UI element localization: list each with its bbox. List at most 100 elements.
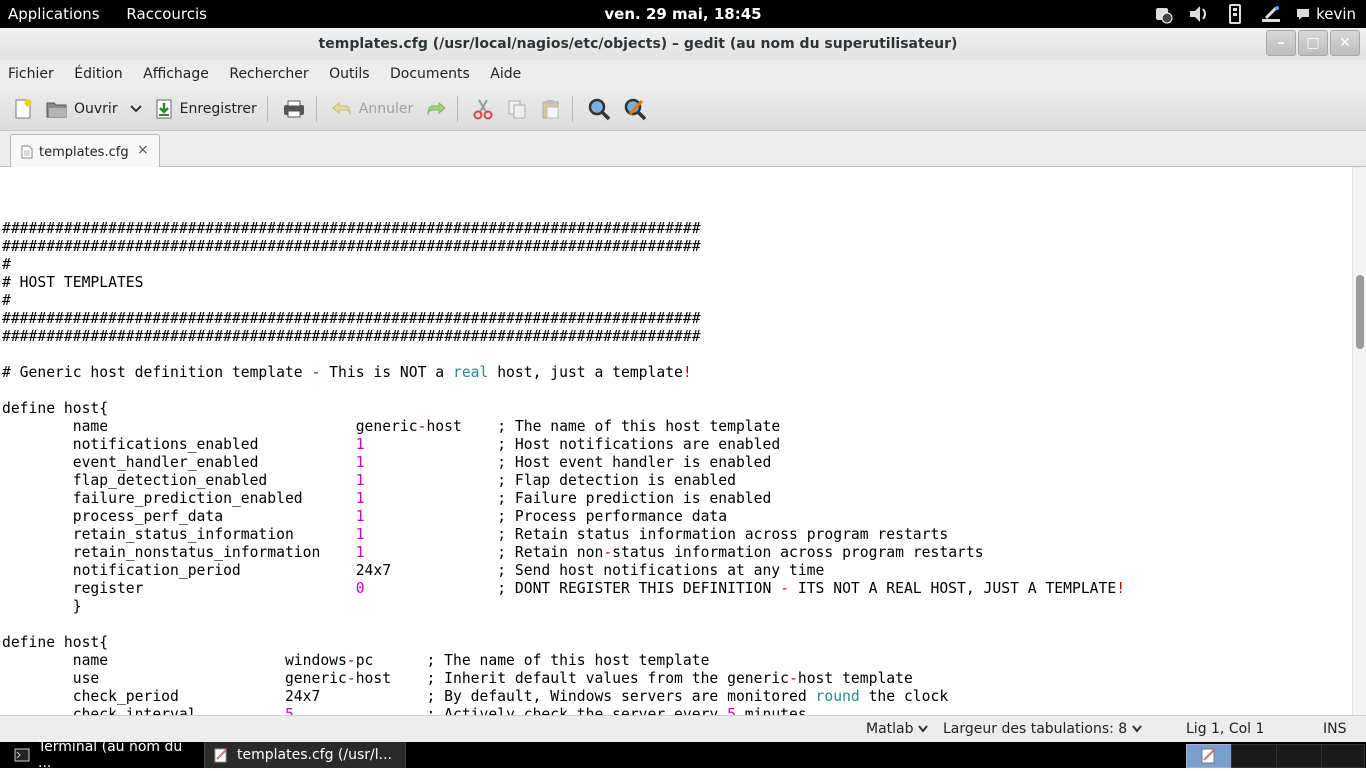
copy-icon (508, 100, 526, 119)
code-line[interactable]: notifications_enabled 1 ; Host notificat… (2, 436, 1125, 454)
undo-icon (331, 101, 351, 116)
code-line[interactable]: name windows-pc ; The name of this host … (2, 652, 1125, 670)
replace-button[interactable] (619, 93, 651, 125)
text-editor-icon (214, 748, 227, 763)
redo-button[interactable] (421, 93, 451, 125)
code-line[interactable]: check_period 24x7 ; By default, Windows … (2, 688, 1125, 706)
gedit-icon (1201, 748, 1215, 764)
user-menu[interactable]: kevin (1296, 5, 1356, 23)
search-icon (588, 98, 611, 121)
code-view[interactable]: ########################################… (2, 202, 1125, 715)
open-button[interactable]: Ouvrir (42, 93, 122, 125)
code-line[interactable]: # (2, 292, 1125, 310)
text-editor[interactable]: ########################################… (0, 167, 1352, 715)
top-panel: Applications Raccourcis ven. 29 mai, 18:… (0, 0, 1366, 28)
code-line[interactable]: ########################################… (2, 238, 1125, 256)
notification-icon[interactable] (1152, 3, 1174, 25)
close-button[interactable]: ✕ (1330, 30, 1360, 56)
scissors-icon (473, 99, 493, 120)
paste-icon (542, 100, 559, 119)
code-line[interactable] (2, 382, 1125, 400)
menu-fichier[interactable]: Fichier (8, 60, 54, 82)
code-line[interactable]: ########################################… (2, 310, 1125, 328)
save-icon (156, 99, 172, 119)
chevron-down-icon (129, 105, 142, 113)
find-button[interactable] (583, 93, 615, 125)
menu-documents[interactable]: Documents (390, 60, 470, 82)
cut-button[interactable] (468, 93, 498, 125)
toolbar: Ouvrir Enregistrer Annuler (0, 88, 1366, 131)
workspace-3[interactable] (1276, 744, 1322, 768)
user-name: kevin (1316, 5, 1356, 23)
new-document-button[interactable] (8, 93, 38, 125)
code-line[interactable]: name generic-host ; The name of this hos… (2, 418, 1125, 436)
task-terminal[interactable]: Terminal (au nom du ... (14, 739, 200, 771)
new-document-icon (15, 99, 32, 119)
code-line[interactable]: use generic-host ; Inherit default value… (2, 670, 1125, 688)
applications-menu[interactable]: Applications (8, 5, 100, 23)
code-line[interactable]: ########################################… (2, 220, 1125, 238)
code-line[interactable]: # HOST TEMPLATES (2, 274, 1125, 292)
insert-mode: INS (1323, 721, 1347, 737)
code-line[interactable]: define host{ (2, 400, 1125, 418)
open-recent-dropdown[interactable] (126, 93, 146, 125)
vertical-scrollbar[interactable] (1352, 167, 1366, 715)
toolbar-separator (266, 96, 268, 122)
save-button[interactable]: Enregistrer (150, 93, 261, 125)
menu-aide[interactable]: Aide (490, 60, 521, 82)
minimize-button[interactable]: – (1266, 30, 1296, 56)
code-line[interactable]: # (2, 256, 1125, 274)
code-line[interactable] (2, 346, 1125, 364)
code-line[interactable]: notification_period 24x7 ; Send host not… (2, 562, 1125, 580)
workspace-1[interactable] (1186, 744, 1232, 768)
document-tabs: templates.cfg × (0, 131, 1366, 167)
code-line[interactable]: retain_nonstatus_information 1 ; Retain … (2, 544, 1125, 562)
tab-templates-cfg[interactable]: templates.cfg × (10, 134, 160, 167)
task-terminal-label: Terminal (au nom du ... (38, 739, 183, 771)
terminal-icon (14, 748, 30, 762)
code-line[interactable] (2, 202, 1125, 220)
code-line[interactable] (2, 616, 1125, 634)
tab-close-icon[interactable]: × (137, 142, 149, 158)
code-line[interactable]: failure_prediction_enabled 1 ; Failure p… (2, 490, 1125, 508)
accessibility-icon[interactable] (1260, 3, 1282, 25)
code-line[interactable]: event_handler_enabled 1 ; Host event han… (2, 454, 1125, 472)
menu-bar: Fichier Édition Affichage Rechercher Out… (0, 60, 1366, 88)
scrollbar-thumb[interactable] (1356, 275, 1364, 349)
code-line[interactable]: process_perf_data 1 ; Process performanc… (2, 508, 1125, 526)
toolbar-separator (315, 96, 317, 122)
undo-button[interactable]: Annuler (327, 93, 417, 125)
system-tray: kevin (1152, 2, 1356, 26)
undo-label: Annuler (358, 101, 414, 117)
code-line[interactable]: flap_detection_enabled 1 ; Flap detectio… (2, 472, 1125, 490)
tab-width-selector[interactable]: Largeur des tabulations: 8 (943, 721, 1142, 737)
document-icon (21, 145, 33, 159)
menu-rechercher[interactable]: Rechercher (229, 60, 308, 82)
shortcuts-menu[interactable]: Raccourcis (126, 5, 207, 23)
code-line[interactable]: register 0 ; DONT REGISTER THIS DEFINITI… (2, 580, 1125, 598)
workspace-2[interactable] (1231, 744, 1277, 768)
task-gedit[interactable]: templates.cfg (/usr/l... (204, 742, 406, 768)
save-label: Enregistrer (179, 101, 257, 117)
code-line[interactable]: } (2, 598, 1125, 616)
code-line[interactable]: define host{ (2, 634, 1125, 652)
printer-icon (283, 100, 304, 118)
maximize-button[interactable]: □ (1298, 30, 1328, 56)
language-selector[interactable]: Matlab (866, 721, 928, 737)
print-button[interactable] (278, 93, 310, 125)
menu-affichage[interactable]: Affichage (143, 60, 209, 82)
workspace-4[interactable] (1321, 744, 1365, 768)
volume-icon[interactable] (1188, 3, 1210, 25)
code-line[interactable]: # Generic host definition template - Thi… (2, 364, 1125, 382)
open-label: Ouvrir (74, 101, 118, 117)
menu-edition[interactable]: Édition (74, 60, 122, 82)
paste-button[interactable] (536, 93, 566, 125)
copy-button[interactable] (502, 93, 532, 125)
code-line[interactable]: check_interval 5 ; Actively check the se… (2, 706, 1125, 715)
toolbar-separator (457, 96, 459, 122)
code-line[interactable]: retain_status_information 1 ; Retain sta… (2, 526, 1125, 544)
network-icon[interactable] (1224, 3, 1246, 25)
code-line[interactable]: ########################################… (2, 328, 1125, 346)
menu-outils[interactable]: Outils (329, 60, 369, 82)
redo-icon (427, 101, 447, 116)
